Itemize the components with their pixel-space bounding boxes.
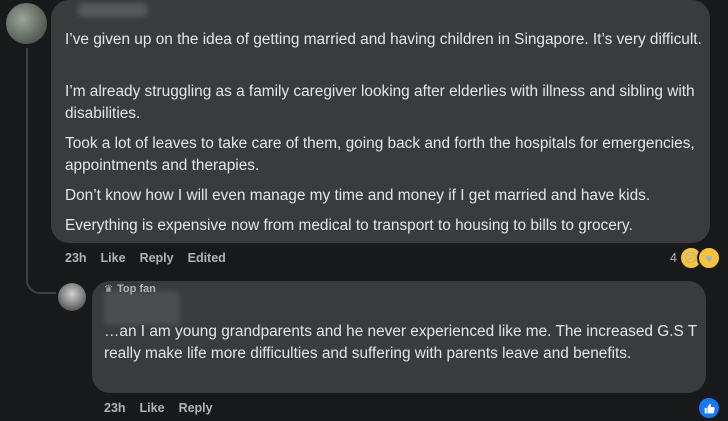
reply-button[interactable]: Reply bbox=[140, 251, 174, 265]
reply-actions: 23h Like Reply bbox=[104, 401, 213, 415]
author-name-redacted bbox=[78, 3, 148, 17]
top-fan-label: Top fan bbox=[116, 283, 156, 295]
timestamp[interactable]: 23h bbox=[65, 251, 87, 265]
like-button[interactable]: Like bbox=[101, 251, 126, 265]
edited-label[interactable]: Edited bbox=[188, 251, 226, 265]
reaction-count: 4 bbox=[670, 251, 677, 265]
thread-line bbox=[26, 48, 28, 283]
reply-author-redacted bbox=[104, 291, 180, 325]
top-fan-icon: ♛ bbox=[104, 283, 113, 295]
reply-like-button[interactable]: Like bbox=[140, 401, 165, 415]
comment-actions: 23h Like Reply Edited bbox=[65, 251, 226, 265]
comment-paragraph: Don’t know how I will even manage my tim… bbox=[65, 187, 651, 204]
care-emoji-icon: ♥ bbox=[696, 246, 721, 270]
comment-paragraph: Took a lot of leaves to take care of the… bbox=[65, 135, 695, 174]
thumbs-up-icon[interactable] bbox=[697, 396, 721, 420]
avatar[interactable] bbox=[6, 3, 47, 44]
comment-paragraph: I’ve given up on the idea of getting mar… bbox=[65, 31, 702, 48]
thread-connector bbox=[26, 262, 56, 294]
comment-paragraph: Everything is expensive now from medical… bbox=[65, 217, 633, 234]
reply-reply-button[interactable]: Reply bbox=[179, 401, 213, 415]
reply-timestamp[interactable]: 23h bbox=[104, 401, 126, 415]
reply-text: …an I am young grandparents and he never… bbox=[104, 323, 697, 362]
top-fan-badge: ♛ Top fan bbox=[104, 283, 156, 295]
reply-avatar[interactable] bbox=[58, 283, 86, 311]
reaction-summary[interactable]: 4 ☹ ♥ bbox=[670, 246, 721, 270]
comment-paragraph: I’m already struggling as a family careg… bbox=[65, 83, 695, 122]
